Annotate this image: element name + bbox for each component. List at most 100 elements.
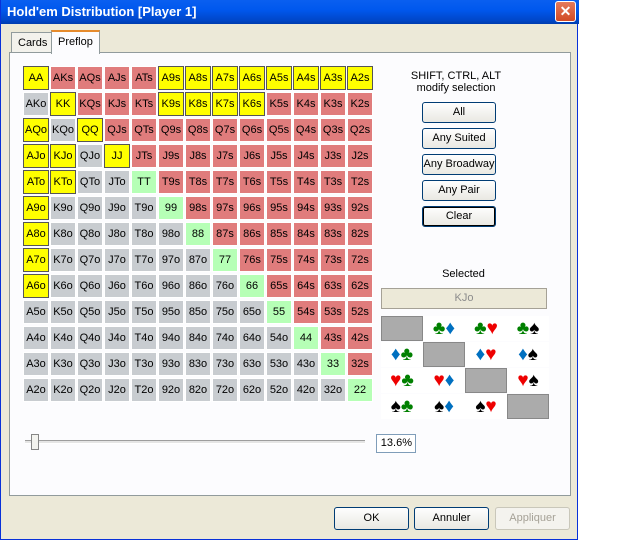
hand-cell-43s[interactable]: 43s <box>320 326 346 350</box>
hand-cell-Q7o[interactable]: Q7o <box>77 248 103 272</box>
hand-cell-83s[interactable]: 83s <box>320 222 346 246</box>
hand-cell-72s[interactable]: 72s <box>347 248 373 272</box>
hand-cell-93s[interactable]: 93s <box>320 196 346 220</box>
hand-cell-Q5o[interactable]: Q5o <box>77 300 103 324</box>
combo-cell-dc[interactable]: ♦ ♣ <box>381 342 423 367</box>
hand-cell-53s[interactable]: 53s <box>320 300 346 324</box>
hand-cell-T9s[interactable]: T9s <box>158 170 184 194</box>
hand-cell-T3o[interactable]: T3o <box>131 352 157 376</box>
hand-cell-92s[interactable]: 92s <box>347 196 373 220</box>
hand-cell-J7s[interactable]: J7s <box>212 144 238 168</box>
hand-cell-J8s[interactable]: J8s <box>185 144 211 168</box>
hand-cell-K6o[interactable]: K6o <box>50 274 76 298</box>
hand-cell-QTs[interactable]: QTs <box>131 118 157 142</box>
hand-cell-KQs[interactable]: KQs <box>77 92 103 116</box>
hand-cell-43o[interactable]: 43o <box>293 352 319 376</box>
hand-cell-AQo[interactable]: AQo <box>23 118 49 142</box>
hand-cell-95o[interactable]: 95o <box>158 300 184 324</box>
hand-cell-T6o[interactable]: T6o <box>131 274 157 298</box>
combo-cell-ds[interactable]: ♦ ♠ <box>507 342 549 367</box>
hand-cell-J4s[interactable]: J4s <box>293 144 319 168</box>
hand-cell-QTo[interactable]: QTo <box>77 170 103 194</box>
hand-cell-33[interactable]: 33 <box>320 352 346 376</box>
hand-cell-Q3s[interactable]: Q3s <box>320 118 346 142</box>
hand-cell-J3s[interactable]: J3s <box>320 144 346 168</box>
hand-cell-86o[interactable]: 86o <box>185 274 211 298</box>
hand-cell-K2o[interactable]: K2o <box>50 378 76 402</box>
close-button[interactable]: ✕ <box>555 1 576 22</box>
hand-cell-T2o[interactable]: T2o <box>131 378 157 402</box>
hand-cell-85s[interactable]: 85s <box>266 222 292 246</box>
hand-cell-AJs[interactable]: AJs <box>104 66 130 90</box>
hand-cell-K4s[interactable]: K4s <box>293 92 319 116</box>
hand-cell-KJs[interactable]: KJs <box>104 92 130 116</box>
hand-cell-T4o[interactable]: T4o <box>131 326 157 350</box>
hand-cell-A9o[interactable]: A9o <box>23 196 49 220</box>
hand-cell-K9o[interactable]: K9o <box>50 196 76 220</box>
combo-cell-sd[interactable]: ♠ ♦ <box>423 394 465 419</box>
hand-cell-98o[interactable]: 98o <box>158 222 184 246</box>
combo-cell-hs[interactable]: ♥ ♠ <box>507 368 549 393</box>
hand-cell-A6s[interactable]: A6s <box>239 66 265 90</box>
hand-cell-AA[interactable]: AA <box>23 66 49 90</box>
combo-cell-cd[interactable]: ♣ ♦ <box>423 316 465 341</box>
hand-cell-K3s[interactable]: K3s <box>320 92 346 116</box>
hand-cell-QQ[interactable]: QQ <box>77 118 103 142</box>
range-slider-thumb[interactable] <box>31 434 39 450</box>
tab-cards[interactable]: Cards <box>11 32 55 52</box>
hand-cell-KTo[interactable]: KTo <box>50 170 76 194</box>
combo-cell-hd[interactable]: ♥ ♦ <box>423 368 465 393</box>
hand-cell-KK[interactable]: KK <box>50 92 76 116</box>
hand-cell-85o[interactable]: 85o <box>185 300 211 324</box>
hand-cell-72o[interactable]: 72o <box>212 378 238 402</box>
hand-cell-KQo[interactable]: KQo <box>50 118 76 142</box>
hand-cell-ATo[interactable]: ATo <box>23 170 49 194</box>
hand-cell-A2o[interactable]: A2o <box>23 378 49 402</box>
hand-cell-A4s[interactable]: A4s <box>293 66 319 90</box>
hand-cell-86s[interactable]: 86s <box>239 222 265 246</box>
hand-cell-T8o[interactable]: T8o <box>131 222 157 246</box>
hand-cell-96o[interactable]: 96o <box>158 274 184 298</box>
hand-cell-76s[interactable]: 76s <box>239 248 265 272</box>
hand-cell-84o[interactable]: 84o <box>185 326 211 350</box>
hand-cell-Q8o[interactable]: Q8o <box>77 222 103 246</box>
hand-cell-54o[interactable]: 54o <box>266 326 292 350</box>
hand-cell-82s[interactable]: 82s <box>347 222 373 246</box>
hand-cell-Q8s[interactable]: Q8s <box>185 118 211 142</box>
hand-cell-A4o[interactable]: A4o <box>23 326 49 350</box>
hand-cell-K7s[interactable]: K7s <box>212 92 238 116</box>
hand-cell-82o[interactable]: 82o <box>185 378 211 402</box>
any-broadway-button[interactable]: Any Broadway <box>422 154 496 175</box>
hand-cell-J2s[interactable]: J2s <box>347 144 373 168</box>
hand-cell-84s[interactable]: 84s <box>293 222 319 246</box>
hand-cell-K8s[interactable]: K8s <box>185 92 211 116</box>
hand-cell-44[interactable]: 44 <box>293 326 319 350</box>
range-percent-field[interactable]: 13.6% <box>376 434 416 453</box>
combo-cell-sc[interactable]: ♠ ♣ <box>381 394 423 419</box>
hand-cell-K2s[interactable]: K2s <box>347 92 373 116</box>
hand-cell-66[interactable]: 66 <box>239 274 265 298</box>
hand-cell-32o[interactable]: 32o <box>320 378 346 402</box>
hand-cell-A7o[interactable]: A7o <box>23 248 49 272</box>
hand-cell-TT[interactable]: TT <box>131 170 157 194</box>
hand-cell-65s[interactable]: 65s <box>266 274 292 298</box>
range-slider-track[interactable] <box>25 440 365 444</box>
hand-cell-Q9s[interactable]: Q9s <box>158 118 184 142</box>
hand-cell-55[interactable]: 55 <box>266 300 292 324</box>
clear-button[interactable]: Clear <box>422 206 496 227</box>
hand-cell-Q3o[interactable]: Q3o <box>77 352 103 376</box>
hand-cell-KTs[interactable]: KTs <box>131 92 157 116</box>
hand-cell-K8o[interactable]: K8o <box>50 222 76 246</box>
hand-cell-42o[interactable]: 42o <box>293 378 319 402</box>
hand-cell-74o[interactable]: 74o <box>212 326 238 350</box>
hand-cell-Q5s[interactable]: Q5s <box>266 118 292 142</box>
hand-cell-T5s[interactable]: T5s <box>266 170 292 194</box>
hand-cell-98s[interactable]: 98s <box>185 196 211 220</box>
hand-cell-73o[interactable]: 73o <box>212 352 238 376</box>
hand-cell-Q6s[interactable]: Q6s <box>239 118 265 142</box>
hand-cell-99[interactable]: 99 <box>158 196 184 220</box>
hand-cell-J4o[interactable]: J4o <box>104 326 130 350</box>
hand-cell-93o[interactable]: 93o <box>158 352 184 376</box>
hand-cell-AJo[interactable]: AJo <box>23 144 49 168</box>
hand-cell-A5o[interactable]: A5o <box>23 300 49 324</box>
